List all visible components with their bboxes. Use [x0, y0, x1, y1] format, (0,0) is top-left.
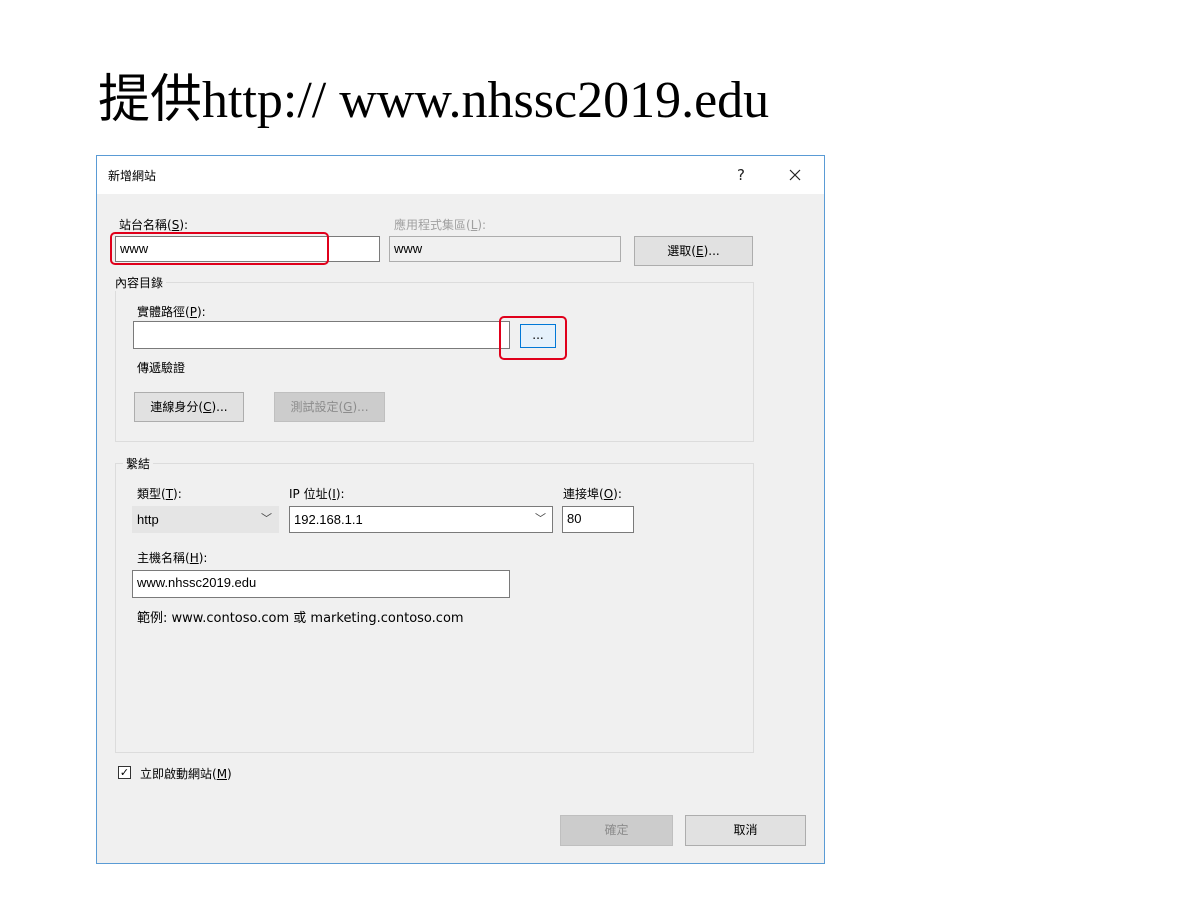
host-name-input[interactable]: www.nhssc2019.edu	[132, 570, 510, 598]
type-select[interactable]: http ﹀	[132, 506, 279, 533]
ok-button[interactable]: 確定	[560, 815, 673, 846]
add-website-dialog: 新增網站 ? 站台名稱(S): www 應用程式集區(L): www 選取(E)…	[96, 155, 825, 864]
start-immediately-checkbox[interactable]: ✓	[118, 766, 131, 779]
close-icon	[789, 169, 801, 181]
dialog-titlebar: 新增網站 ?	[97, 156, 824, 194]
chevron-down-icon: ﹀	[535, 513, 546, 525]
site-name-highlight	[110, 232, 329, 265]
port-input[interactable]: 80	[562, 506, 634, 533]
binding-legend: 繫結	[123, 455, 154, 472]
ip-address-label: IP 位址(I):	[289, 487, 345, 501]
test-settings-button[interactable]: 測試設定(G)...	[274, 392, 385, 422]
host-name-label: 主機名稱(H):	[137, 551, 208, 565]
pass-through-label: 傳遞驗證	[137, 361, 186, 375]
select-app-pool-button[interactable]: 選取(E)...	[634, 236, 753, 266]
type-select-value: http	[137, 512, 159, 527]
connect-as-button[interactable]: 連線身分(C)...	[134, 392, 244, 422]
start-immediately-label: 立即啟動網站(M)	[140, 767, 232, 781]
type-label: 類型(T):	[137, 487, 182, 501]
physical-path-input[interactable]	[133, 321, 510, 349]
slide-title: 提供http:// www.nhssc2019.edu	[98, 72, 770, 129]
port-label: 連接埠(O):	[563, 487, 622, 501]
site-name-label: 站台名稱(S):	[119, 218, 189, 232]
app-pool-label: 應用程式集區(L):	[394, 218, 487, 232]
cancel-button[interactable]: 取消	[685, 815, 806, 846]
content-directory-legend: 內容目錄	[112, 274, 167, 291]
browse-highlight	[499, 316, 567, 360]
physical-path-label: 實體路徑(P):	[137, 305, 206, 319]
app-pool-field: www	[389, 236, 621, 262]
help-button[interactable]: ?	[728, 162, 754, 188]
dialog-title: 新增網站	[108, 169, 157, 183]
ip-address-value: 192.168.1.1	[294, 512, 363, 527]
close-button[interactable]	[782, 162, 808, 188]
chevron-down-icon: ﹀	[261, 513, 272, 525]
ip-address-select[interactable]: 192.168.1.1 ﹀	[289, 506, 553, 533]
host-example-text: 範例: www.contoso.com 或 marketing.contoso.…	[137, 611, 464, 626]
